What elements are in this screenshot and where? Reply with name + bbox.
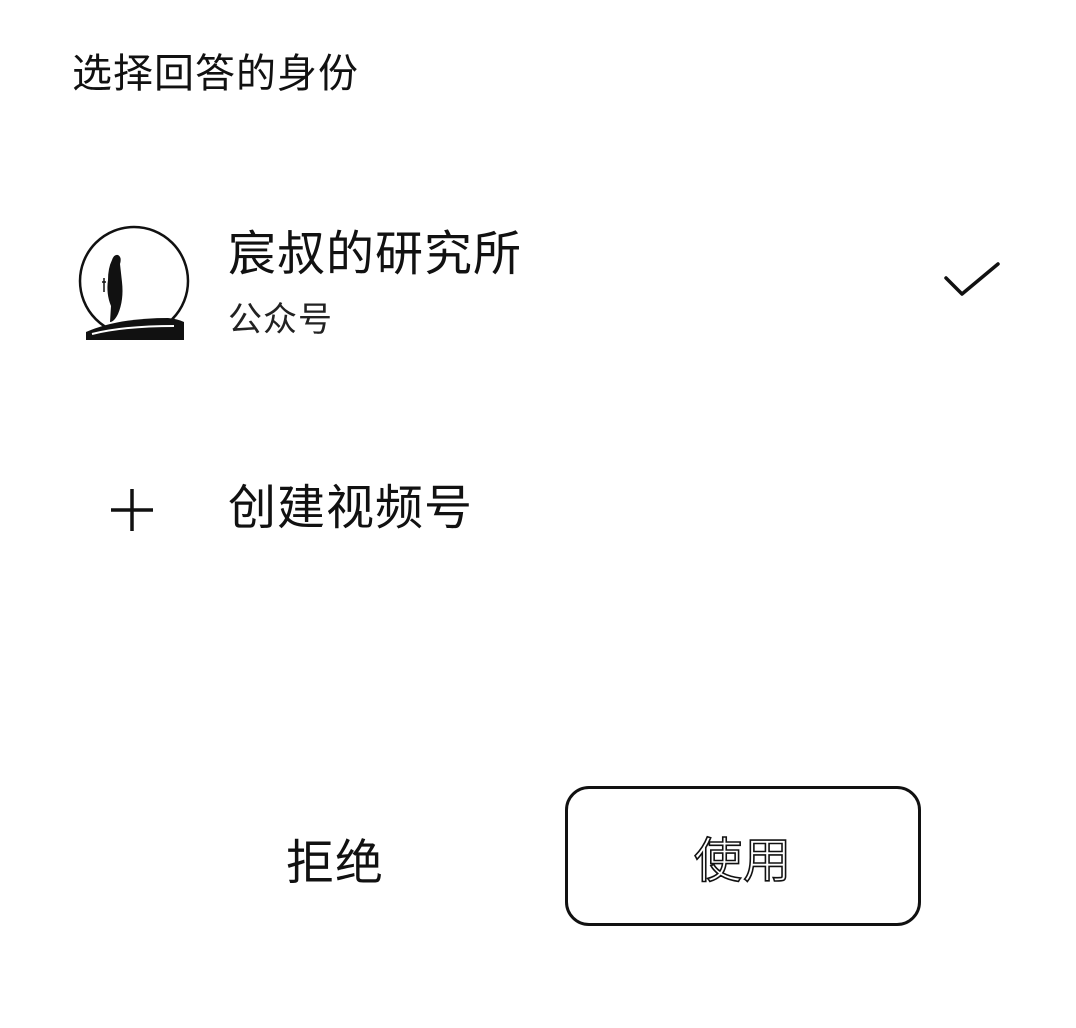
checkmark-icon (944, 262, 1000, 296)
account-name: 宸叔的研究所 (228, 226, 523, 282)
avatar (78, 222, 190, 340)
account-type-label: 公众号 (228, 300, 333, 340)
use-button[interactable]: 使用 (565, 786, 921, 926)
plus-icon (111, 489, 153, 531)
avatar-silhouette-icon (78, 225, 190, 340)
create-channel-label: 创建视频号 (228, 480, 474, 536)
reject-button[interactable]: 拒绝 (230, 790, 440, 926)
create-channel-row[interactable]: 创建视频号 (0, 460, 1076, 560)
dialog-title: 选择回答的身份 (72, 51, 359, 97)
account-option-row[interactable]: 宸叔的研究所 公众号 (0, 200, 1076, 360)
